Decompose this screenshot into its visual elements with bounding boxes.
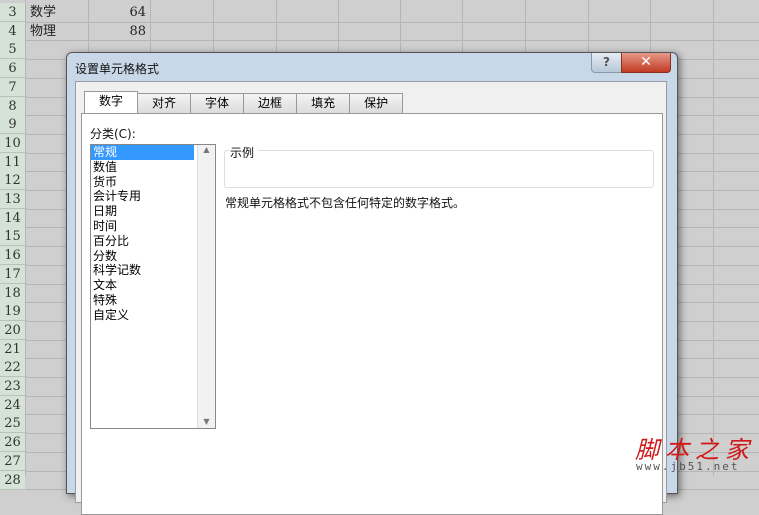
cell-subject[interactable]: 物理 bbox=[30, 22, 56, 41]
column-gridline bbox=[25, 0, 26, 476]
category-item[interactable]: 时间 bbox=[91, 219, 194, 234]
cell-subject[interactable]: 数学 bbox=[30, 3, 56, 22]
dialog-title: 设置单元格格式 bbox=[75, 62, 160, 76]
scroll-down-icon[interactable]: ▼ bbox=[198, 417, 215, 426]
row-header[interactable]: 4 bbox=[0, 21, 25, 41]
row-header[interactable]: 22 bbox=[0, 358, 25, 378]
category-item[interactable]: 日期 bbox=[91, 204, 194, 219]
category-item[interactable]: 常规 bbox=[91, 145, 194, 160]
category-item[interactable]: 科学记数 bbox=[91, 263, 194, 278]
category-item[interactable]: 自定义 bbox=[91, 308, 194, 323]
tab-number[interactable]: 数字 bbox=[84, 91, 139, 113]
category-item[interactable]: 货币 bbox=[91, 175, 194, 190]
row-header[interactable]: 13 bbox=[0, 190, 25, 209]
category-item[interactable]: 百分比 bbox=[91, 234, 194, 249]
row-header[interactable]: 23 bbox=[0, 377, 25, 396]
row-header[interactable]: 15 bbox=[0, 227, 25, 247]
dialog-body: 数字 对齐 字体 边框 填充 保护 分类(C): ▲ ▼ 常规 数值 货币 会计专用 日期… bbox=[75, 81, 667, 515]
row-header[interactable]: 28 bbox=[0, 470, 25, 490]
tab-border[interactable]: 边框 bbox=[243, 93, 298, 113]
tab-font[interactable]: 字体 bbox=[190, 93, 245, 113]
row-header[interactable]: 16 bbox=[0, 246, 25, 266]
category-item[interactable]: 特殊 bbox=[91, 293, 194, 308]
row-header[interactable]: 24 bbox=[0, 395, 25, 415]
cell-score[interactable]: 88 bbox=[100, 22, 146, 41]
column-gridline bbox=[713, 0, 714, 476]
tab-protection[interactable]: 保护 bbox=[349, 93, 404, 113]
row-header[interactable]: 18 bbox=[0, 283, 25, 303]
tab-fill[interactable]: 填充 bbox=[296, 93, 351, 113]
row-header[interactable]: 8 bbox=[0, 96, 25, 116]
category-list[interactable]: ▲ ▼ 常规 数值 货币 会计专用 日期 时间 百分比 分数 科学记数 文本 特殊 自定义 bbox=[90, 144, 216, 429]
row-header[interactable]: 11 bbox=[0, 152, 25, 172]
format-cells-dialog: 设置单元格格式 ? ✕ 数字 对齐 字体 边框 填充 保护 分类(C): ▲ ▼ … bbox=[66, 52, 678, 515]
row-header[interactable]: 25 bbox=[0, 414, 25, 434]
row-header[interactable]: 5 bbox=[0, 40, 25, 60]
watermark-url: www.jb51.net bbox=[636, 460, 740, 473]
format-description: 常规单元格格式不包含任何特定的数字格式。 bbox=[225, 196, 466, 210]
list-scrollbar[interactable]: ▲ ▼ bbox=[197, 145, 215, 428]
row-header[interactable]: 3 bbox=[0, 3, 25, 22]
row-header[interactable]: 19 bbox=[0, 302, 25, 322]
scroll-up-icon[interactable]: ▲ bbox=[198, 145, 215, 154]
row-header[interactable]: 21 bbox=[0, 339, 25, 359]
category-item[interactable]: 会计专用 bbox=[91, 189, 194, 204]
tab-alignment[interactable]: 对齐 bbox=[137, 93, 192, 113]
sample-group bbox=[224, 150, 654, 188]
row-header[interactable]: 27 bbox=[0, 451, 25, 471]
close-button[interactable]: ✕ bbox=[621, 53, 671, 73]
row-header[interactable]: 9 bbox=[0, 115, 25, 135]
category-item[interactable]: 数值 bbox=[91, 160, 194, 175]
sample-label: 示例 bbox=[230, 144, 259, 161]
row-header[interactable]: 26 bbox=[0, 433, 25, 453]
row-header[interactable]: 14 bbox=[0, 208, 25, 228]
row-header[interactable]: 6 bbox=[0, 59, 25, 79]
number-panel: 分类(C): ▲ ▼ 常规 数值 货币 会计专用 日期 时间 百分比 分数 科学记数 文本 特殊 自定义… bbox=[81, 113, 663, 515]
row-header[interactable]: 7 bbox=[0, 77, 25, 97]
row-header[interactable]: 17 bbox=[0, 264, 25, 284]
row-header[interactable]: 10 bbox=[0, 133, 25, 153]
category-item[interactable]: 文本 bbox=[91, 278, 194, 293]
row-header[interactable]: 12 bbox=[0, 171, 25, 191]
category-item[interactable]: 分数 bbox=[91, 249, 194, 264]
help-button[interactable]: ? bbox=[591, 53, 622, 73]
tab-strip: 数字 对齐 字体 边框 填充 保护 bbox=[84, 91, 404, 113]
category-label: 分类(C): bbox=[90, 127, 136, 141]
cell-score[interactable]: 64 bbox=[100, 3, 146, 22]
row-header[interactable]: 20 bbox=[0, 320, 25, 340]
